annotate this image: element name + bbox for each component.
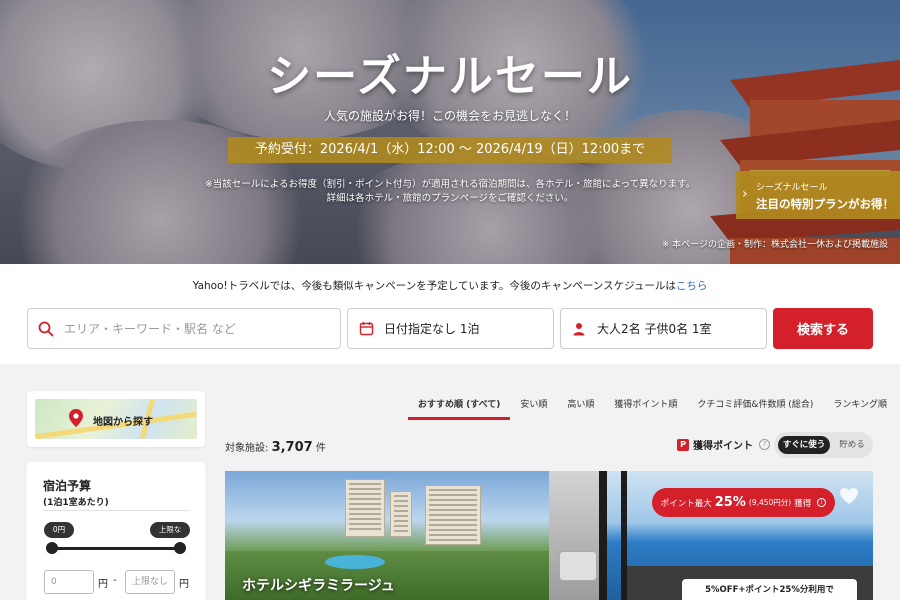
badge-suffix: 獲得 <box>794 498 812 509</box>
map-search-label: 地図から探す <box>93 417 153 428</box>
map-pin-icon <box>69 409 83 427</box>
guest-value: 大人2名 子供0名 1室 <box>597 322 712 336</box>
search-button[interactable]: 検索する <box>773 308 873 349</box>
person-icon <box>561 322 597 336</box>
area-keyword-input[interactable]: エリア・キーワード・駅名 など <box>27 308 341 349</box>
hero-banner: シーズナルセール 人気の施設がお得！この機会をお見逃しなく！ 予約受付：2026… <box>0 0 900 264</box>
hero-credit: ※ 本ページの企画・制作：株式会社一休および掲載施設 <box>661 240 888 250</box>
points-badge: ポイント最大 25% (9,450円分) 獲得 i <box>652 488 835 517</box>
campaign-schedule-link[interactable]: こちら <box>676 280 708 292</box>
save-option[interactable]: 貯める <box>836 436 868 454</box>
pool <box>325 555 385 569</box>
badge-prefix: ポイント最大 <box>660 498 712 509</box>
date-value: 日付指定なし 1泊 <box>384 322 480 336</box>
hotel-building <box>390 491 412 537</box>
map-thumbnail: 地図から探す <box>35 399 197 439</box>
favorite-heart-icon[interactable] <box>839 487 859 505</box>
points-toggle: すぐに使う 貯める <box>774 432 873 458</box>
result-count-label: 対象施設: <box>225 443 269 454</box>
banner-small-text: シーズナルセール <box>756 183 828 193</box>
sort-tab-recommended[interactable]: おすすめ順 (すべて) <box>408 398 511 422</box>
range-dash: - <box>113 575 117 586</box>
result-count: 対象施設: 3,707 件 <box>225 439 326 455</box>
max-price-input[interactable]: 上限なし <box>125 570 175 594</box>
price-slider-track[interactable] <box>52 547 180 550</box>
hero-title: シーズナルセール <box>267 51 633 102</box>
hero-subtitle: 人気の施設がお得！この機会をお見逃しなく！ <box>323 109 576 123</box>
chevron-right-icon: › <box>742 186 748 202</box>
special-plan-banner[interactable]: › シーズナルセール 注目の特別プランがお得！ <box>736 171 900 219</box>
min-price-tooltip: 0円 <box>44 522 74 538</box>
points-label-group: P 獲得ポイント ? <box>677 437 770 452</box>
max-price-handle[interactable] <box>174 542 186 554</box>
divider <box>43 510 189 511</box>
budget-subtitle: (1泊1室あたり) <box>43 498 109 508</box>
min-price-handle[interactable] <box>46 542 58 554</box>
hotel-name: ホテルシギラミラージュ <box>242 578 395 594</box>
result-count-unit: 件 <box>315 443 326 454</box>
search-panel: Yahoo!トラベルでは、今後も類似キャンペーンを予定しています。今後のキャンペ… <box>0 264 900 364</box>
sort-tab-cheapest[interactable]: 安い順 <box>510 398 557 422</box>
result-count-number: 3,707 <box>271 440 313 455</box>
max-price-tooltip: 上限なし <box>150 522 190 550</box>
points-icon: P <box>677 438 689 451</box>
booking-period: 予約受付：2026/4/1（水）12:00 〜 2026/4/19（日）12:0… <box>228 137 672 163</box>
sort-tab-points[interactable]: 獲得ポイント順 <box>604 398 687 422</box>
budget-filter: 宿泊予算 (1泊1室あたり) 0円 上限なし 0 円 - 上限なし 円 <box>27 462 205 600</box>
area-placeholder: エリア・キーワード・駅名 など <box>64 322 236 336</box>
window-frame <box>599 471 607 600</box>
sort-tab-reviews[interactable]: クチコミ評価&件数順 (総合) <box>687 398 823 422</box>
hotel-building <box>345 479 385 537</box>
help-icon[interactable]: ? <box>759 439 770 450</box>
date-selector[interactable]: 日付指定なし 1泊 <box>347 308 554 349</box>
sort-tab-ranking[interactable]: ランキング順 <box>823 398 897 422</box>
info-icon[interactable]: i <box>817 498 827 507</box>
min-price-input[interactable]: 0 <box>44 570 94 594</box>
campaign-text: Yahoo!トラベルでは、今後も類似キャンペーンを予定しています。今後のキャンペ… <box>192 280 676 292</box>
search-icon <box>28 321 64 337</box>
use-now-option[interactable]: すぐに使う <box>778 436 830 454</box>
hotel-card[interactable]: ポイント最大 25% (9,450円分) 獲得 i 5%OFF+ポイント25%分… <box>549 471 873 600</box>
badge-amount: (9,450円分) <box>748 498 792 507</box>
yen-unit: 円 <box>179 579 189 590</box>
banner-large-text: 注目の特別プランがお得！ <box>756 197 894 211</box>
calendar-icon <box>348 321 384 336</box>
hotel-building <box>425 485 481 545</box>
points-label: 獲得ポイント <box>693 441 753 452</box>
chair <box>559 551 597 581</box>
budget-title: 宿泊予算 <box>43 479 92 493</box>
sort-tabs: おすすめ順 (すべて) 安い順 高い順 獲得ポイント順 クチコミ評価&件数順 (… <box>408 398 897 422</box>
hotel-card[interactable]: ホテルシギラミラージュ <box>225 471 549 600</box>
sort-tab-expensive[interactable]: 高い順 <box>557 398 604 422</box>
yen-unit: 円 <box>98 579 108 590</box>
promo-label: 5%OFF+ポイント25%分利用で <box>682 579 857 600</box>
map-search-card[interactable]: 地図から探す <box>27 391 205 447</box>
campaign-notice: Yahoo!トラベルでは、今後も類似キャンペーンを予定しています。今後のキャンペ… <box>0 278 900 293</box>
badge-percent: 25% <box>714 495 746 510</box>
guest-selector[interactable]: 大人2名 子供0名 1室 <box>560 308 767 349</box>
